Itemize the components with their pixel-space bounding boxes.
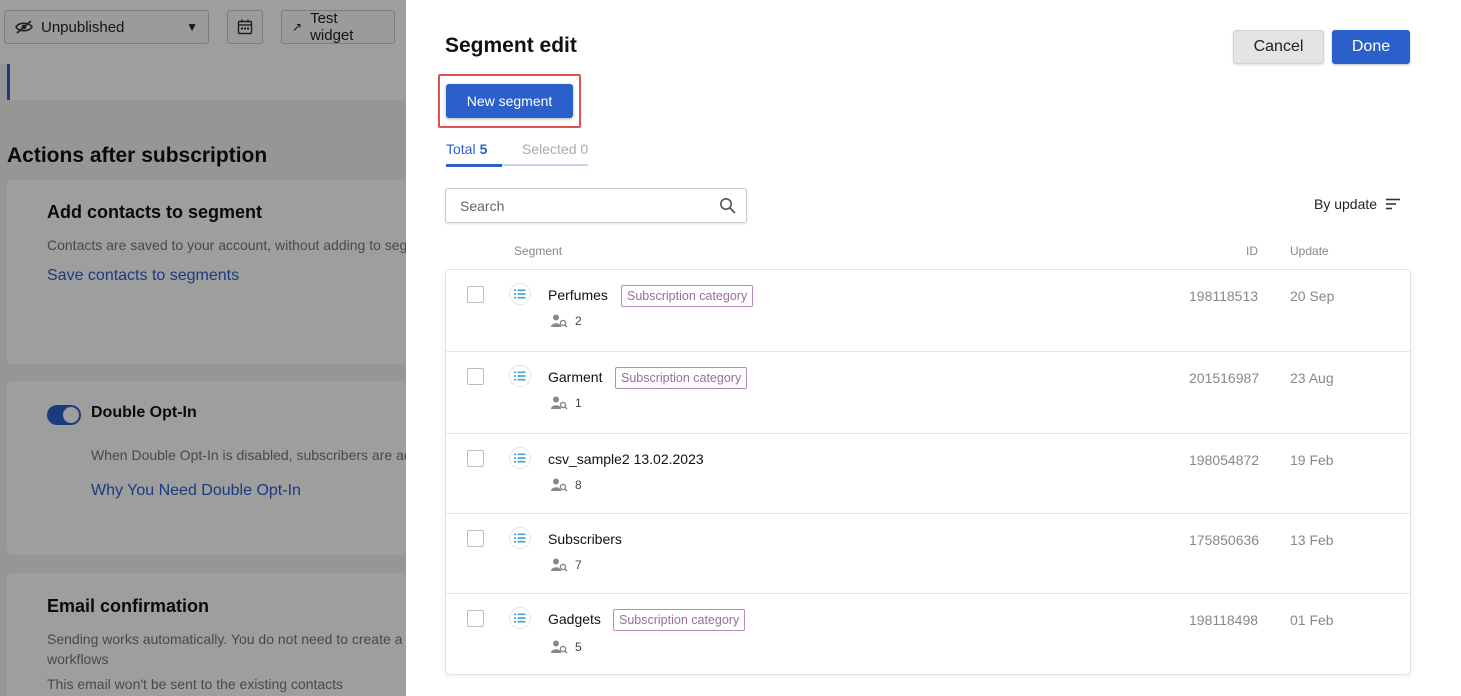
user-search-icon — [551, 314, 568, 328]
member-count: 5 — [551, 640, 582, 654]
segment-list-icon — [509, 365, 531, 387]
category-badge: Subscription category — [615, 367, 748, 389]
segment-updated: 13 Feb — [1290, 532, 1334, 548]
user-search-icon — [551, 478, 568, 492]
done-button[interactable]: Done — [1332, 30, 1410, 64]
table-row[interactable]: Gadgets Subscription category 5 19811849… — [446, 594, 1410, 674]
member-count-value: 7 — [575, 558, 582, 572]
user-search-icon — [551, 640, 568, 654]
search-input[interactable] — [446, 197, 706, 214]
tab-total[interactable]: Total 5 — [446, 141, 487, 157]
panel-title: Segment edit — [445, 34, 577, 57]
segment-edit-panel: Segment edit Cancel Done New segment Tot… — [406, 0, 1461, 696]
table-row[interactable]: Perfumes Subscription category 2 1981185… — [446, 270, 1410, 352]
sort-label: By update — [1314, 196, 1378, 212]
search-icon[interactable] — [719, 197, 736, 214]
segment-list: Perfumes Subscription category 2 1981185… — [445, 269, 1411, 675]
sort-by-update-button[interactable]: By update — [1314, 196, 1401, 212]
row-checkbox[interactable] — [467, 530, 484, 547]
segment-updated: 20 Sep — [1290, 288, 1335, 304]
member-count: 2 — [551, 314, 582, 328]
segment-id: 198118498 — [1189, 612, 1259, 628]
segment-name: Gadgets — [548, 611, 601, 627]
segment-tabs: Total 5 Selected 0 — [446, 141, 588, 167]
sort-lines-icon — [1386, 198, 1401, 210]
column-header-update: Update — [1290, 244, 1329, 258]
cancel-button[interactable]: Cancel — [1233, 30, 1324, 64]
segment-list-icon — [509, 447, 531, 469]
table-row[interactable]: csv_sample2 13.02.2023 8 198054872 19 Fe… — [446, 434, 1410, 514]
segment-id: 198054872 — [1189, 452, 1260, 468]
segment-name: Subscribers — [548, 531, 622, 547]
member-count: 1 — [551, 396, 582, 410]
member-count-value: 5 — [575, 640, 582, 654]
active-tab-indicator — [446, 164, 502, 167]
row-checkbox[interactable] — [467, 368, 484, 385]
segment-list-icon — [509, 283, 531, 305]
row-checkbox[interactable] — [467, 610, 484, 627]
row-checkbox[interactable] — [467, 450, 484, 467]
user-search-icon — [551, 558, 568, 572]
segment-updated: 23 Aug — [1290, 370, 1334, 386]
segment-id: 175850636 — [1189, 532, 1260, 548]
row-checkbox[interactable] — [467, 286, 484, 303]
member-count-value: 2 — [575, 314, 582, 328]
segment-list-icon — [509, 607, 531, 629]
member-count-value: 1 — [575, 396, 582, 410]
member-count: 7 — [551, 558, 582, 572]
table-row[interactable]: Subscribers 7 175850636 13 Feb — [446, 514, 1410, 594]
member-count: 8 — [551, 478, 582, 492]
member-count-value: 8 — [575, 478, 582, 492]
segment-name: Garment — [548, 369, 603, 385]
segment-updated: 19 Feb — [1290, 452, 1334, 468]
category-badge: Subscription category — [621, 285, 754, 307]
column-header-segment: Segment — [514, 244, 563, 258]
segment-list-icon — [509, 527, 531, 549]
segment-name: Perfumes — [548, 287, 608, 303]
search-box — [445, 188, 747, 223]
tab-total-label: Total — [446, 141, 476, 157]
segment-id: 198118513 — [1189, 288, 1259, 304]
segment-name: csv_sample2 13.02.2023 — [548, 451, 704, 467]
segment-id: 201516987 — [1189, 370, 1260, 386]
user-search-icon — [551, 396, 568, 410]
modal-overlay[interactable] — [0, 0, 406, 696]
category-badge: Subscription category — [613, 609, 746, 631]
segment-updated: 01 Feb — [1290, 612, 1334, 628]
table-row[interactable]: Garment Subscription category 1 20151698… — [446, 352, 1410, 434]
new-segment-button[interactable]: New segment — [446, 84, 573, 118]
tab-selected[interactable]: Selected 0 — [522, 141, 588, 157]
tab-total-count: 5 — [479, 141, 488, 157]
column-header-id: ID — [1246, 244, 1258, 258]
